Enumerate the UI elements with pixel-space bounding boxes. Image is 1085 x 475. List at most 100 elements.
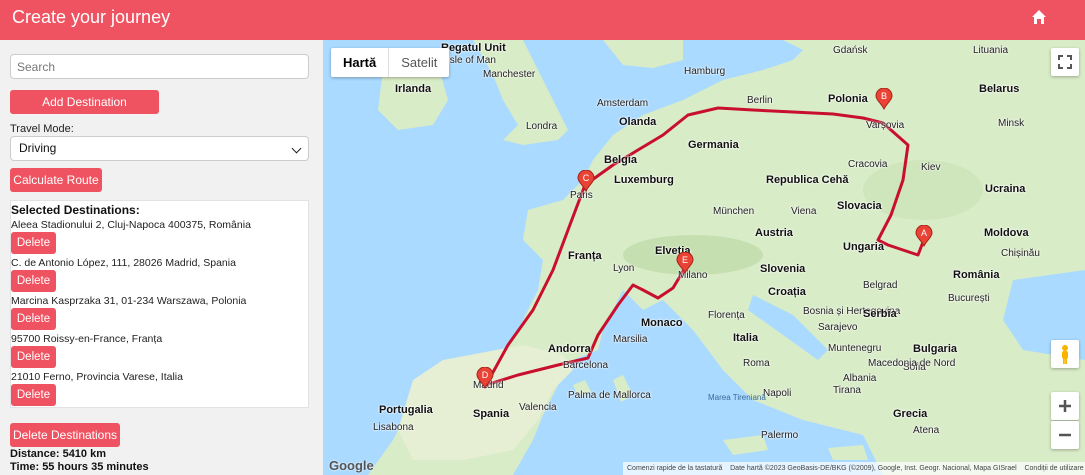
map-label: Austria <box>755 227 793 239</box>
map-label: Albania <box>843 373 877 384</box>
map-label: Portugalia <box>379 404 433 416</box>
map-label: Republica Cehă <box>766 174 849 186</box>
map-label: Chișinău <box>1001 248 1040 259</box>
map-label: Varșovia <box>866 120 905 131</box>
terms-link[interactable]: Condiții de utilizare <box>1024 465 1083 472</box>
map-label: Lyon <box>613 263 635 274</box>
marker-b-icon[interactable]: B <box>873 88 895 110</box>
map-label: Olanda <box>619 116 657 128</box>
destination-address: 95700 Roissy-en-France, Franța <box>11 333 163 345</box>
map-label: Slovacia <box>837 200 882 212</box>
marker-label: E <box>682 255 688 265</box>
search-input[interactable] <box>10 54 309 79</box>
map-label: Isle of Man <box>447 55 496 66</box>
travel-mode-label: Travel Mode: <box>10 123 74 135</box>
zoom-in-button[interactable] <box>1051 392 1079 420</box>
plus-icon <box>1059 400 1071 412</box>
map-label: Atena <box>913 425 940 436</box>
delete-destination-button[interactable]: Delete <box>11 270 56 292</box>
map-label: Germania <box>688 139 739 151</box>
zoom-out-button[interactable] <box>1051 421 1079 449</box>
map-label: Bulgaria <box>913 343 958 355</box>
chevron-down-icon <box>291 143 302 154</box>
google-logo: Google <box>329 458 374 473</box>
app-header: Create your journey <box>0 0 1085 40</box>
selected-destinations-title: Selected Destinations: <box>11 203 140 217</box>
map-label: Spania <box>473 408 510 420</box>
map-label: Ungaria <box>843 241 884 253</box>
map-label: Palermo <box>761 430 799 441</box>
add-destination-button[interactable]: Add Destination <box>10 90 159 114</box>
map-canvas <box>323 40 1085 475</box>
fullscreen-button[interactable] <box>1051 48 1079 76</box>
marker-a-icon[interactable]: A <box>913 225 935 247</box>
page-title: Create your journey <box>12 7 171 27</box>
delete-destinations-button[interactable]: Delete Destinations <box>10 423 120 447</box>
map-label: Monaco <box>641 317 683 329</box>
marker-label: D <box>482 370 489 380</box>
destination-address: Aleea Stadionului 2, Cluj-Napoca 400375,… <box>11 219 251 231</box>
map-label: București <box>948 293 990 304</box>
destination-address: C. de Antonio López, 111, 28026 Madrid, … <box>11 257 236 269</box>
map-label: Regatul Unit <box>441 42 506 54</box>
map-label: Berlin <box>747 95 773 106</box>
map-label: Manchester <box>483 69 536 80</box>
selected-destinations-panel: Selected Destinations: Aleea Stadionului… <box>10 200 309 408</box>
pegman-icon <box>1062 345 1068 364</box>
map-label: Cracovia <box>848 159 888 170</box>
map-label: Andorra <box>548 343 591 355</box>
map-label: Macedonia de Nord <box>868 358 956 369</box>
map-type-satellite-button[interactable]: Satelit <box>389 48 449 77</box>
travel-mode-select[interactable]: Driving <box>10 136 309 161</box>
destination-address: 21010 Ferno, Provincia Varese, Italia <box>11 371 183 383</box>
map-label: România <box>953 269 1000 281</box>
map-label: Minsk <box>998 118 1025 129</box>
map-label: Slovenia <box>760 263 806 275</box>
map-label: Grecia <box>893 408 928 420</box>
map-label: Viena <box>791 206 817 217</box>
marker-c-icon[interactable]: C <box>575 170 597 192</box>
map-type-control: Hartă Satelit <box>331 48 450 77</box>
marker-e-icon[interactable]: E <box>674 252 696 274</box>
map-label: Amsterdam <box>597 98 649 109</box>
map-view[interactable]: Regatul Unit Isle of Man Manchester Irla… <box>323 40 1085 475</box>
destination-address: Marcina Kasprzaka 31, 01-234 Warszawa, P… <box>11 295 247 307</box>
map-label: Belgrad <box>863 280 898 291</box>
keyboard-shortcuts-link[interactable]: Comenzi rapide de la tastatură <box>627 465 722 472</box>
map-type-map-button[interactable]: Hartă <box>331 48 390 77</box>
map-label: Croația <box>768 286 806 298</box>
distance-text: Distance: 5410 km <box>10 448 106 460</box>
home-icon[interactable] <box>1031 9 1047 25</box>
map-label: Hamburg <box>684 66 726 77</box>
delete-destination-button[interactable]: Delete <box>11 232 56 254</box>
marker-d-icon[interactable]: D <box>474 367 496 389</box>
delete-destination-button[interactable]: Delete <box>11 346 56 368</box>
map-label: Napoli <box>763 388 792 399</box>
street-view-button[interactable] <box>1051 340 1079 368</box>
map-label: Sarajevo <box>818 322 858 333</box>
map-label: Moldova <box>984 227 1029 239</box>
calculate-route-button[interactable]: Calculate Route <box>10 168 102 192</box>
sidebar: Add Destination Travel Mode: Driving Cal… <box>0 40 323 475</box>
map-label: Marsilia <box>613 334 648 345</box>
minus-icon <box>1059 433 1071 437</box>
travel-mode-value: Driving <box>19 141 57 155</box>
delete-destination-button[interactable]: Delete <box>11 308 56 330</box>
map-label: Ucraina <box>985 183 1026 195</box>
map-label: Gdańsk <box>833 45 868 56</box>
delete-destination-button[interactable]: Delete <box>11 384 56 406</box>
map-label: Irlanda <box>395 83 432 95</box>
marker-label: C <box>583 173 590 183</box>
marker-label: A <box>921 228 927 238</box>
map-label: Tirana <box>833 385 861 396</box>
map-label: Polonia <box>828 93 868 105</box>
map-label: Valencia <box>519 402 557 413</box>
map-data-attribution: Date hartă ©2023 GeoBasis-DE/BKG (©2009)… <box>730 465 1017 472</box>
map-label: Lituania <box>973 45 1009 56</box>
map-label: Serbia <box>863 308 897 320</box>
map-label: Franța <box>568 250 602 262</box>
map-label: Belgia <box>604 154 638 166</box>
map-label: Marea Tireniană <box>708 393 766 402</box>
map-label: Roma <box>743 358 770 369</box>
map-label: Londra <box>526 121 558 132</box>
